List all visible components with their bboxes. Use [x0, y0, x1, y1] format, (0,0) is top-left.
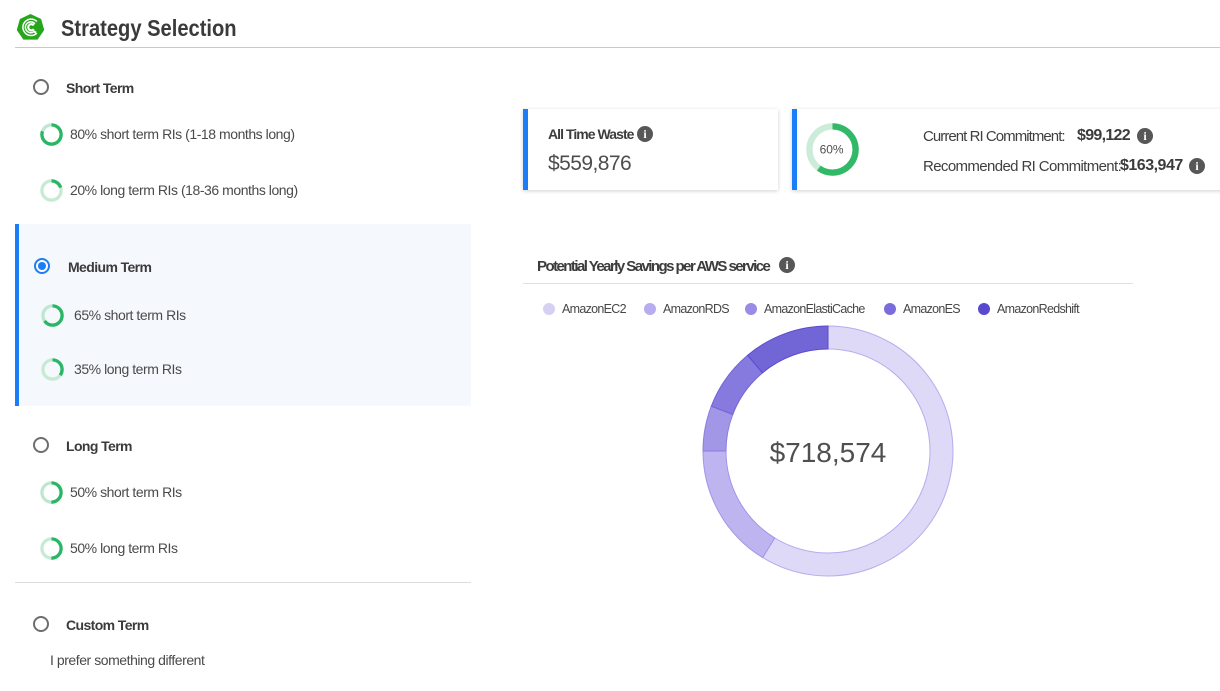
svg-text:60%: 60% — [820, 143, 844, 157]
